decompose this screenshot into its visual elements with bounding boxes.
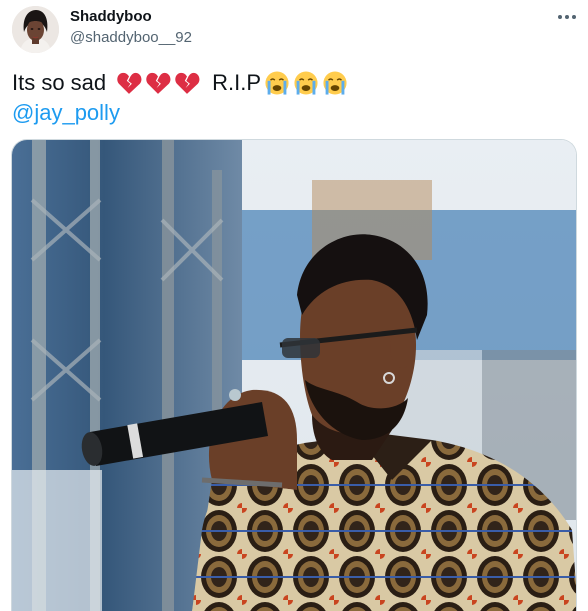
- more-options-icon[interactable]: [556, 9, 578, 25]
- broken-heart-emoji: [174, 70, 200, 96]
- tweet-text-rip: R.I.P: [212, 70, 262, 95]
- user-handle[interactable]: @shaddyboo__92: [70, 29, 192, 46]
- broken-heart-emoji: [116, 70, 142, 96]
- tweet-text: Its so sad R.I.P: [12, 70, 348, 96]
- loudly-crying-face-emoji: [293, 70, 319, 96]
- loudly-crying-face-emoji: [322, 70, 348, 96]
- broken-heart-emoji: [145, 70, 171, 96]
- loudly-crying-face-emoji: [264, 70, 290, 96]
- tweet-card[interactable]: Shaddyboo @shaddyboo__92 Its so sad R.I.…: [0, 0, 588, 611]
- tweet-text-start: Its so sad: [12, 70, 107, 95]
- mention-link[interactable]: @jay_polly: [12, 100, 120, 126]
- display-name[interactable]: Shaddyboo: [70, 8, 152, 25]
- avatar[interactable]: [12, 6, 59, 53]
- tweet-photo[interactable]: [11, 139, 577, 611]
- photo-performer-with-microphone: [12, 140, 576, 611]
